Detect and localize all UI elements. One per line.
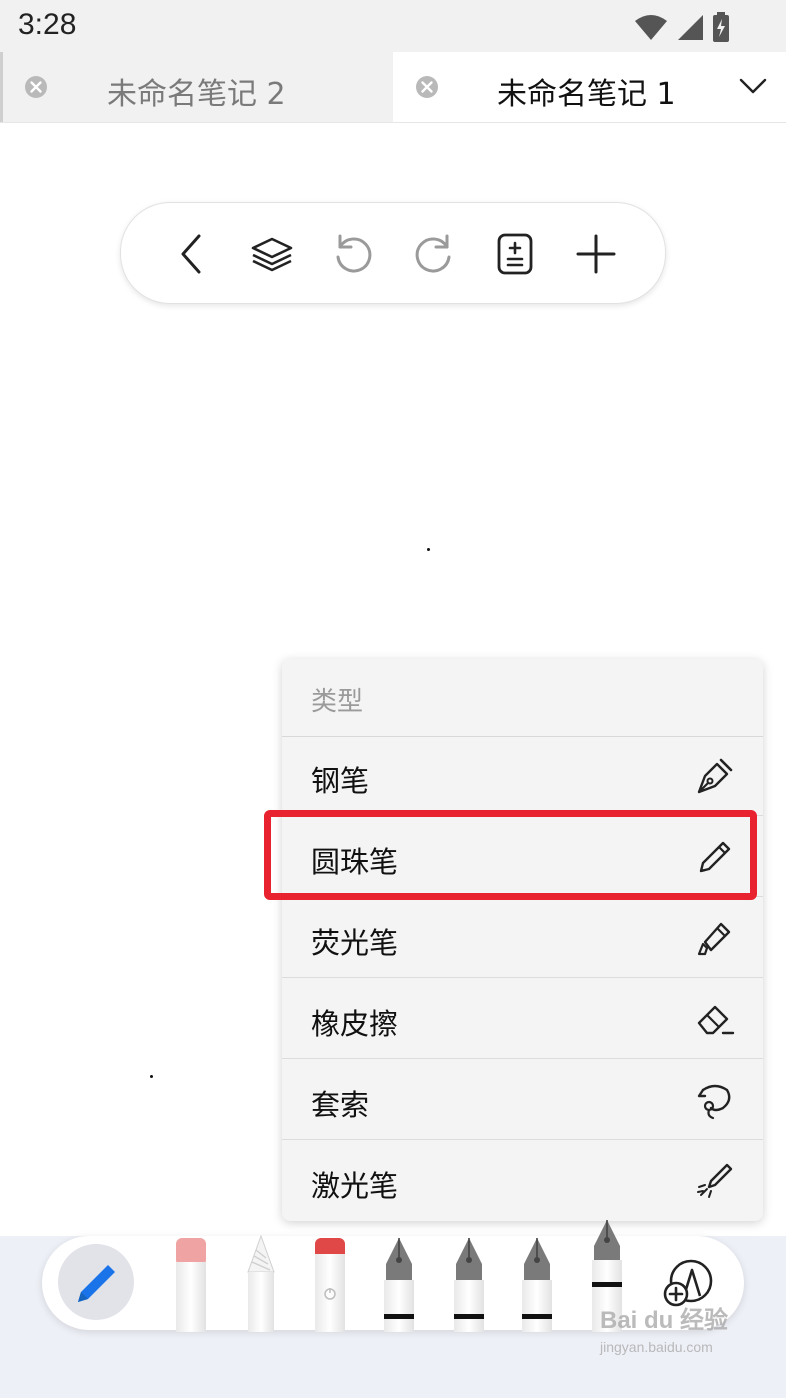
marker-pink-tool[interactable] — [174, 1236, 208, 1332]
menu-item-laser-pointer[interactable]: 激光笔 — [282, 1141, 763, 1221]
top-toolbar — [120, 202, 666, 304]
pencil-tool[interactable] — [244, 1234, 278, 1332]
page-add-icon — [497, 233, 533, 275]
watermark-brand: Bai du 经验 — [600, 1307, 729, 1334]
battery-icon — [713, 12, 729, 42]
undo-icon — [336, 234, 372, 273]
pen-type-menu: 类型 钢笔 圆珠笔 荧光笔 橡皮擦 套索 激光笔 — [282, 659, 763, 1221]
lasso-icon — [697, 1084, 731, 1120]
watermark: Bai du 经验 jingyan.baidu.com — [600, 1300, 728, 1355]
menu-item-eraser[interactable]: 橡皮擦 — [282, 979, 763, 1059]
highlighter-red-tool[interactable] — [312, 1236, 348, 1332]
add-button[interactable] — [575, 233, 617, 275]
fountain-pen-tool-1[interactable] — [382, 1236, 416, 1332]
canvas-dot — [427, 548, 430, 551]
menu-item-highlighter[interactable]: 荧光笔 — [282, 898, 763, 978]
signal-icon — [678, 15, 703, 40]
status-icons — [634, 12, 730, 42]
eraser-icon — [697, 1005, 735, 1035]
tab-note-1[interactable]: 未命名笔记 1 — [393, 52, 786, 122]
fountain-pen-icon — [697, 758, 733, 794]
layers-icon — [251, 237, 293, 272]
watermark-url: jingyan.baidu.com — [600, 1339, 713, 1355]
ballpoint-pen-icon — [78, 1265, 115, 1302]
close-icon[interactable] — [24, 75, 48, 99]
page-add-button[interactable] — [494, 233, 536, 275]
undo-button[interactable] — [332, 233, 374, 275]
fountain-pen-tool-2[interactable] — [452, 1236, 486, 1332]
tab-label: 未命名笔记 2 — [107, 77, 286, 112]
menu-item-label: 激光笔 — [311, 1169, 399, 1203]
laser-pointer-icon — [697, 1163, 733, 1198]
back-button[interactable] — [171, 233, 213, 275]
wifi-icon — [635, 15, 667, 40]
tab-note-2[interactable]: 未命名笔记 2 — [0, 52, 393, 122]
menu-item-fountain-pen[interactable]: 钢笔 — [282, 736, 763, 816]
menu-item-label: 橡皮擦 — [311, 1007, 399, 1041]
menu-item-label: 荧光笔 — [311, 926, 399, 960]
fountain-pen-tool-3[interactable] — [520, 1236, 554, 1332]
active-pen-button[interactable] — [58, 1244, 134, 1320]
canvas-dot — [150, 1075, 153, 1078]
status-time: 3:28 — [18, 8, 77, 41]
close-icon[interactable] — [415, 75, 439, 99]
status-bar: 3:28 — [0, 0, 786, 52]
menu-header-label: 类型 — [311, 687, 364, 717]
tab-bar: 未命名笔记 2 未命名笔记 1 — [0, 52, 786, 123]
menu-item-label: 套索 — [311, 1088, 370, 1122]
back-icon — [181, 234, 201, 274]
tab-label: 未命名笔记 1 — [497, 77, 676, 112]
redo-icon — [415, 234, 451, 273]
layers-button[interactable] — [251, 233, 293, 275]
menu-item-label: 钢笔 — [311, 764, 370, 798]
menu-header: 类型 — [282, 659, 763, 737]
highlighter-icon — [697, 922, 731, 956]
menu-item-lasso[interactable]: 套索 — [282, 1060, 763, 1140]
chevron-down-icon[interactable] — [738, 74, 768, 98]
plus-icon — [576, 234, 616, 274]
highlight-box — [264, 810, 757, 900]
redo-button[interactable] — [413, 233, 455, 275]
